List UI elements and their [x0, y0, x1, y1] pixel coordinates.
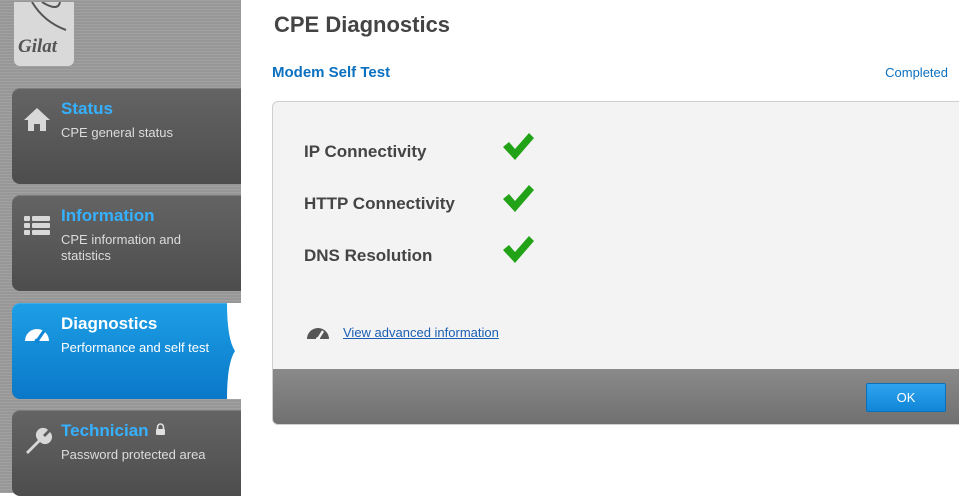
sidebar-item-desc: Performance and self test — [61, 340, 210, 355]
sidebar-item-technician[interactable]: Technician Password protected area — [12, 410, 241, 496]
sidebar-item-title: Information — [61, 206, 155, 225]
sidebar-item-information[interactable]: Information CPE information and statisti… — [12, 195, 241, 291]
check-label-ip: IP Connectivity — [304, 142, 427, 161]
gauge-icon — [307, 328, 329, 341]
check-label-http: HTTP Connectivity — [304, 194, 455, 213]
ok-button[interactable]: OK — [866, 383, 946, 412]
checkmark-icon — [503, 185, 534, 212]
sidebar-item-title: Diagnostics — [61, 314, 158, 333]
sidebar-item-title: Technician — [61, 421, 166, 441]
sidebar-item-diagnostics[interactable]: Diagnostics Performance and self test — [12, 303, 241, 399]
lock-icon — [155, 423, 165, 435]
checkmark-icon — [503, 133, 534, 160]
gauge-icon — [25, 329, 49, 344]
sidebar-item-desc: CPE general status — [61, 125, 174, 140]
home-icon — [24, 108, 50, 131]
sidebar-item-desc: Password protected area — [61, 447, 206, 462]
sidebar-item-label: Technician — [61, 421, 149, 440]
section-title: Modem Self Test — [272, 64, 391, 81]
logo-text: Gilat — [18, 36, 58, 57]
checkmark-icon — [503, 236, 534, 263]
page-title: CPE Diagnostics — [274, 12, 451, 37]
diagnostics-panel: IP Connectivity HTTP Connectivity DNS Re… — [272, 101, 959, 425]
sidebar-item-desc: CPE information and statistics — [61, 232, 181, 263]
check-label-dns: DNS Resolution — [304, 246, 433, 265]
logo-area: Gilat — [0, 0, 241, 85]
status-text: Completed — [885, 65, 948, 80]
panel-footer: OK — [273, 369, 959, 424]
list-icon — [24, 216, 50, 235]
view-advanced-link[interactable]: View advanced information — [343, 325, 499, 340]
active-indicator — [227, 303, 241, 399]
sidebar: Gilat Status CPE general status Informat… — [0, 0, 241, 496]
sidebar-item-title: Status — [61, 99, 113, 118]
wrench-icon — [26, 427, 52, 454]
sidebar-item-status[interactable]: Status CPE general status — [12, 88, 241, 184]
